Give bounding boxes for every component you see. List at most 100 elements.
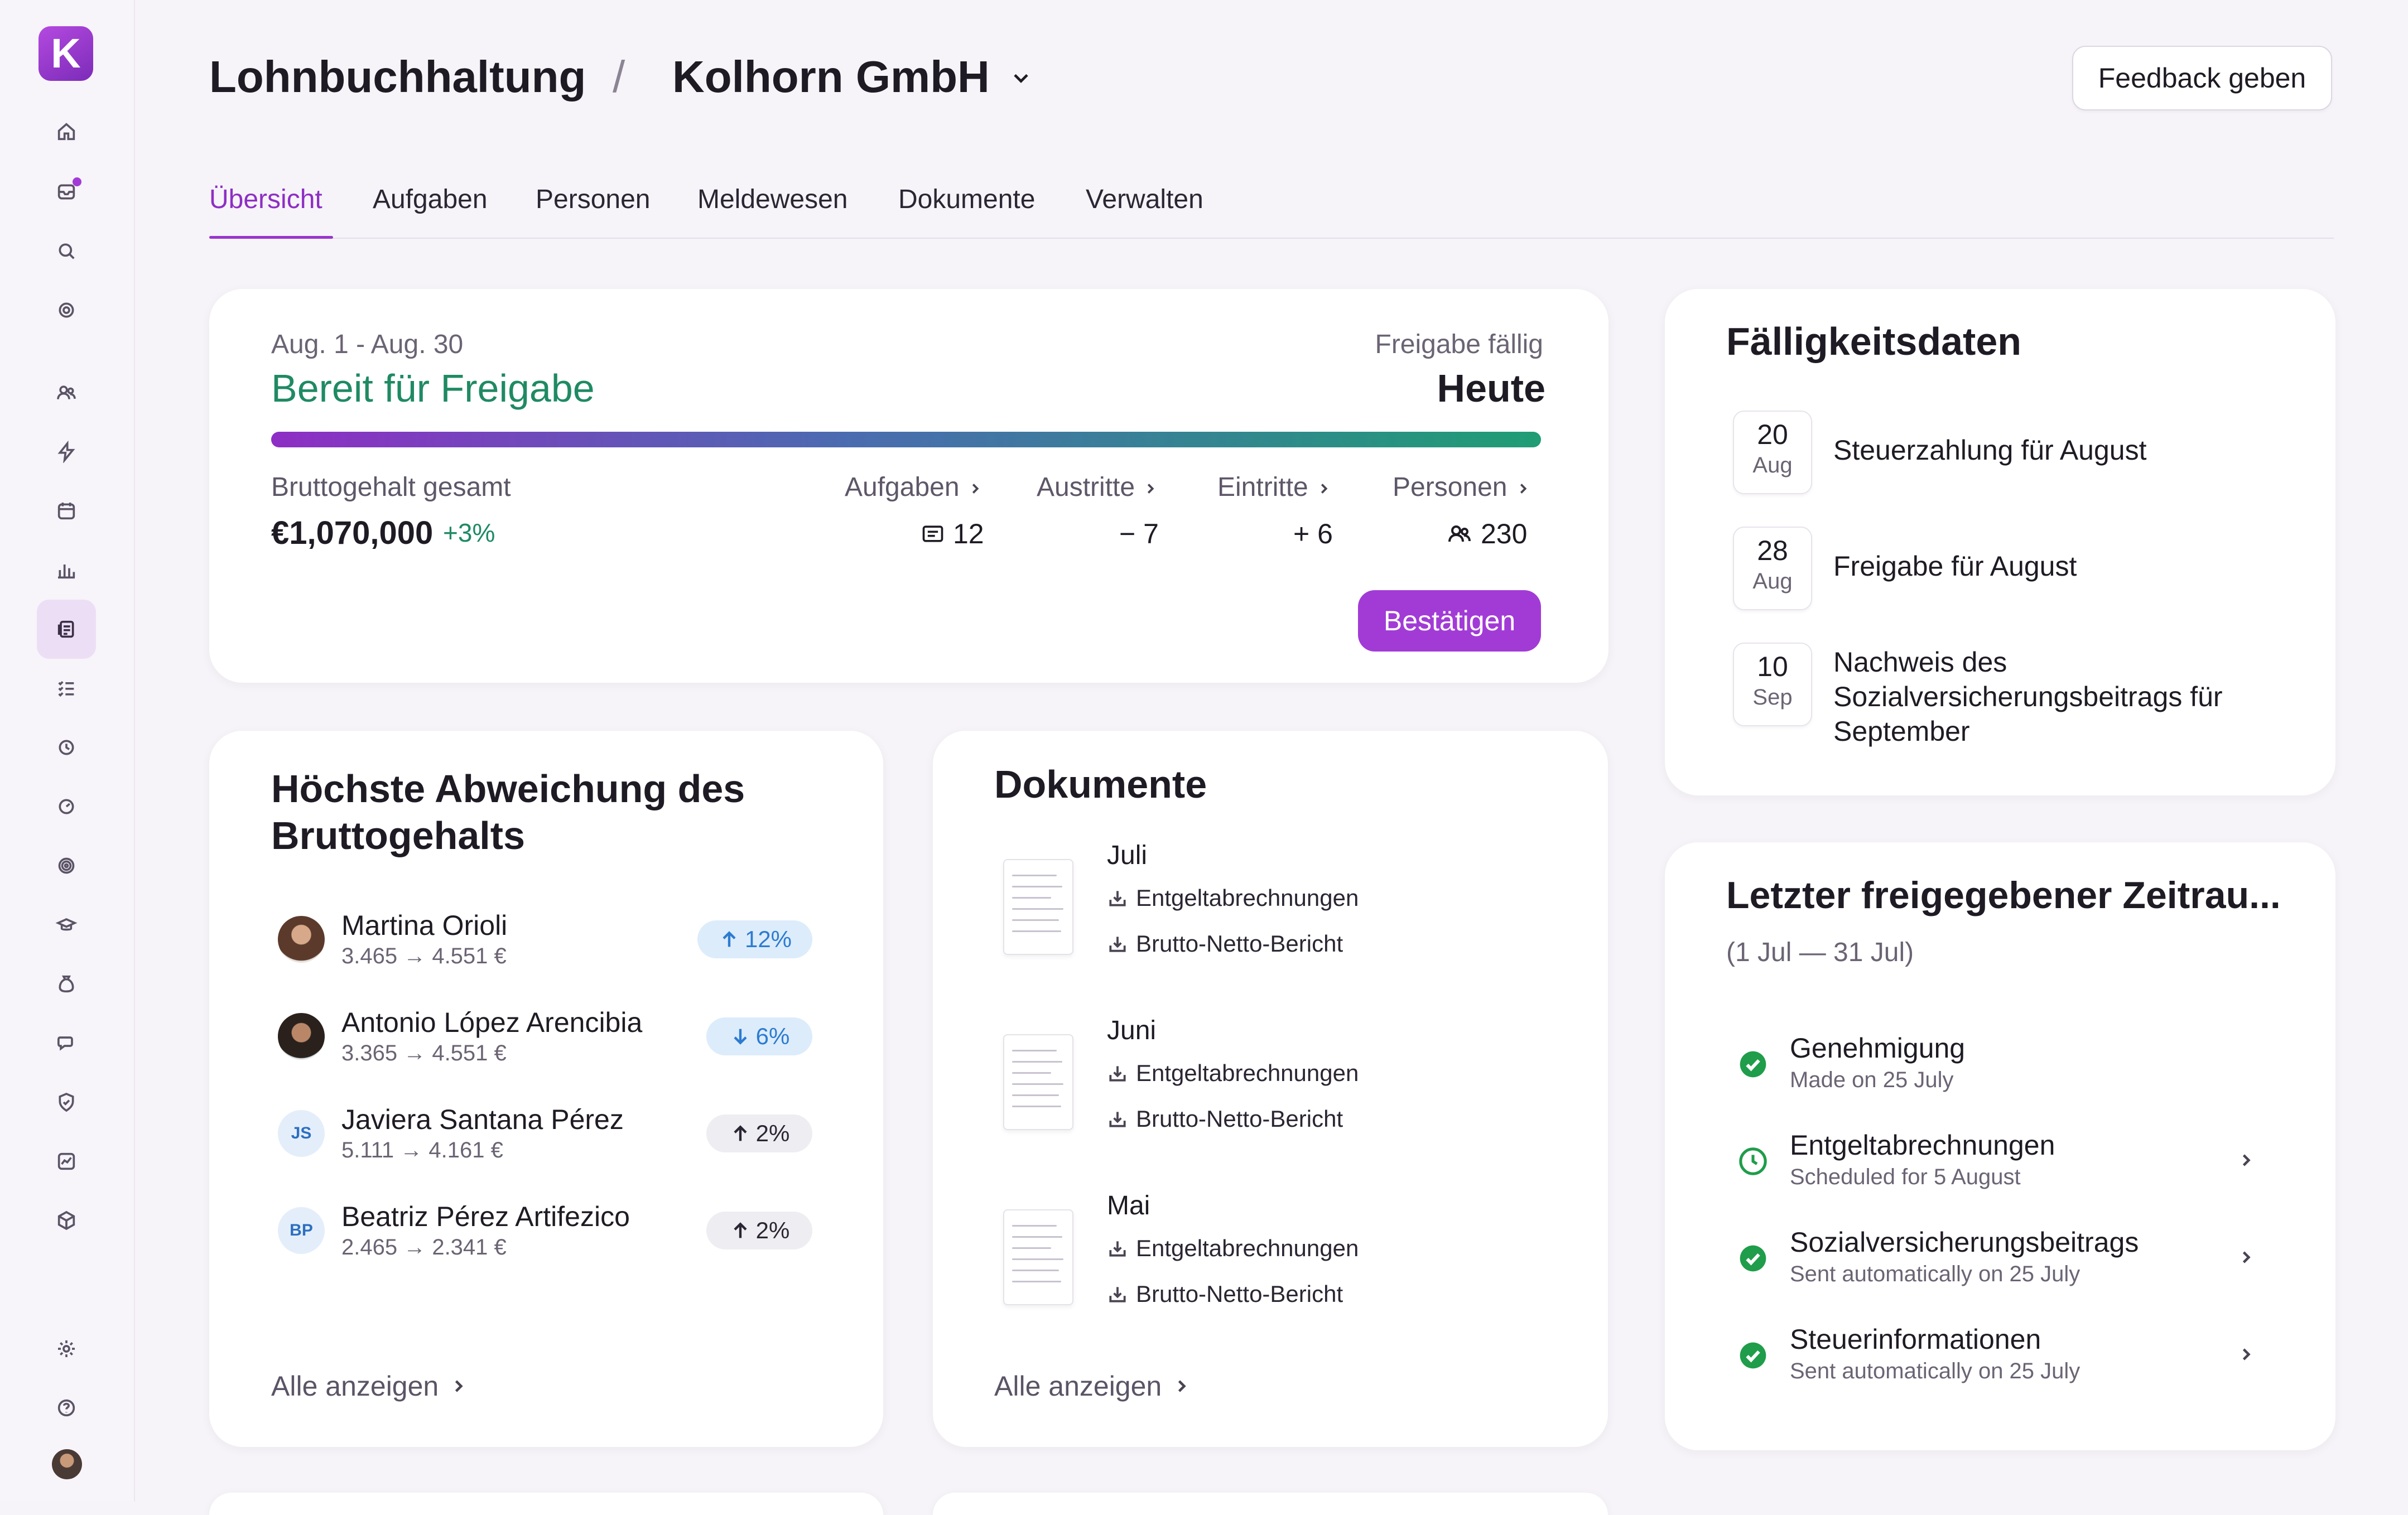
see-all-deviation-link[interactable]: Alle anzeigen (271, 1370, 469, 1402)
calendar-icon[interactable] (51, 495, 82, 527)
chevron-right-icon[interactable] (2236, 1247, 2256, 1270)
feedback-button[interactable]: Feedback geben (2072, 46, 2332, 110)
due-item-line: Steuerzahlung für August (1833, 435, 2147, 466)
salary-range: 3.365 → 4.551 € (341, 1041, 507, 1065)
download-link[interactable]: Brutto-Netto-Bericht (1107, 1281, 1343, 1307)
time-icon[interactable] (51, 732, 82, 763)
tab-aufgaben[interactable]: Aufgaben (373, 184, 488, 215)
stat-eintritte-label: Eintritte (1217, 472, 1308, 502)
tab-verwalten[interactable]: Verwalten (1086, 184, 1203, 215)
due-label: Freigabe fällig (1375, 330, 1544, 359)
speedometer-icon[interactable] (51, 791, 82, 822)
date-badge: 10 Sep (1733, 643, 1812, 726)
see-all-documents-link[interactable]: Alle anzeigen (994, 1370, 1192, 1402)
company-name[interactable]: Kolhorn GmbH (672, 51, 990, 103)
confirm-button[interactable]: Bestätigen (1358, 590, 1541, 652)
active-tab-indicator (209, 236, 333, 239)
download-icon (1109, 1066, 1126, 1082)
package-icon[interactable] (51, 1205, 82, 1236)
stat-aufgaben: 12 (921, 518, 984, 550)
lightning-icon[interactable] (51, 436, 82, 467)
download-icon (1109, 891, 1126, 906)
download-link[interactable]: Entgeltabrechnungen (1107, 885, 1359, 911)
download-link-label: Entgeltabrechnungen (1136, 885, 1359, 911)
breadcrumb-section[interactable]: Lohnbuchhaltung (209, 51, 586, 103)
download-link[interactable]: Entgeltabrechnungen (1107, 1235, 1359, 1262)
document-thumbnail[interactable] (1003, 1209, 1073, 1305)
shield-icon[interactable] (51, 1087, 82, 1118)
person-name[interactable]: Beatriz Pérez Artifezico (341, 1200, 630, 1233)
chevron-down-icon[interactable] (1009, 66, 1033, 93)
download-link[interactable]: Brutto-Netto-Bericht (1107, 930, 1343, 957)
status-item-sub: Sent automatically on 25 July (1790, 1262, 2080, 1286)
status-item-title[interactable]: Entgeltabrechnungen (1790, 1129, 2055, 1161)
stat-personen-value: 230 (1481, 518, 1528, 549)
home-icon[interactable] (51, 116, 82, 147)
salary-range: 2.465 → 2.341 € (341, 1235, 507, 1260)
chevron-right-icon (1321, 484, 1328, 494)
stat-aufgaben-label: Aufgaben (845, 472, 960, 502)
due-value: Heute (1437, 366, 1545, 410)
people-icon[interactable] (51, 377, 82, 408)
gross-change: +3% (443, 518, 495, 547)
settings-icon[interactable] (51, 1333, 82, 1364)
deviation-title: Höchste Abweichung des Bruttogehalts (271, 765, 745, 859)
payroll-icon[interactable] (51, 614, 82, 645)
stat-austritte-link[interactable]: Austritte (1037, 472, 1159, 503)
tab-dokumente[interactable]: Dokumente (898, 184, 1035, 215)
status-item-title[interactable]: Steuerinformationen (1790, 1323, 2041, 1355)
download-icon (1109, 937, 1126, 952)
documents-title: Dokumente (994, 763, 1207, 806)
academy-icon[interactable] (51, 909, 82, 940)
due-dates-title: Fälligkeitsdaten (1726, 320, 2022, 363)
download-link-label: Entgeltabrechnungen (1136, 1235, 1359, 1261)
analytics-icon[interactable] (51, 1146, 82, 1177)
person-name[interactable]: Martina Orioli (341, 909, 507, 942)
tab-personen[interactable]: Personen (536, 184, 650, 215)
change-value: 2% (755, 1217, 790, 1243)
stat-aufgaben-link[interactable]: Aufgaben (845, 472, 984, 503)
change-badge: 12% (697, 920, 812, 958)
money-bag-icon[interactable] (51, 968, 82, 1000)
status-item-title[interactable]: Sozialversicherungsbeitrags (1790, 1226, 2139, 1258)
tab-meldewesen[interactable]: Meldewesen (697, 184, 847, 215)
last-period-title: Letzter freigegebener Zeitrau... (1726, 874, 2281, 916)
document-thumbnail[interactable] (1003, 859, 1073, 955)
tab-ubersicht[interactable]: Übersicht (209, 184, 322, 215)
chevron-right-icon[interactable] (2236, 1150, 2256, 1173)
chevron-right-icon (1178, 1380, 1186, 1392)
stat-eintritte-link[interactable]: Eintritte (1217, 472, 1332, 503)
clock-icon (1737, 1146, 1769, 1180)
document-thumbnail[interactable] (1003, 1034, 1073, 1130)
download-link[interactable]: Entgeltabrechnungen (1107, 1060, 1359, 1087)
person-name[interactable]: Javiera Santana Pérez (341, 1103, 624, 1136)
download-link-label: Entgeltabrechnungen (1136, 1060, 1359, 1086)
target-icon[interactable] (51, 850, 82, 881)
download-link[interactable]: Brutto-Netto-Bericht (1107, 1106, 1343, 1132)
stat-personen: 230 (1446, 518, 1527, 550)
stat-austritte-value: − 7 (1119, 518, 1159, 549)
check-circle-icon (1737, 1340, 1769, 1374)
arrow-up-icon (734, 1222, 747, 1238)
document-month: Juni (1107, 1016, 1157, 1045)
checklist-icon[interactable] (51, 673, 82, 704)
breadcrumb-separator: / (613, 52, 625, 102)
chart-icon[interactable] (51, 554, 82, 586)
date-month: Aug (1752, 453, 1793, 477)
help-icon[interactable] (51, 1392, 82, 1424)
chevron-right-icon (1148, 484, 1154, 494)
chevron-right-icon[interactable] (2236, 1344, 2256, 1367)
arrow-up-icon (723, 931, 736, 947)
chat-icon[interactable] (51, 1027, 82, 1059)
avatar (278, 1013, 325, 1060)
list-icon (922, 525, 943, 542)
initials-avatar: BP (278, 1207, 325, 1254)
person-name[interactable]: Antonio López Arencibia (341, 1006, 642, 1039)
search-icon[interactable] (51, 235, 82, 267)
user-avatar[interactable] (52, 1449, 82, 1479)
chevron-right-icon (972, 484, 979, 494)
support-icon[interactable] (51, 295, 82, 326)
check-circle-icon (1737, 1243, 1769, 1277)
app-logo[interactable]: K (38, 26, 93, 81)
stat-personen-link[interactable]: Personen (1393, 472, 1532, 503)
